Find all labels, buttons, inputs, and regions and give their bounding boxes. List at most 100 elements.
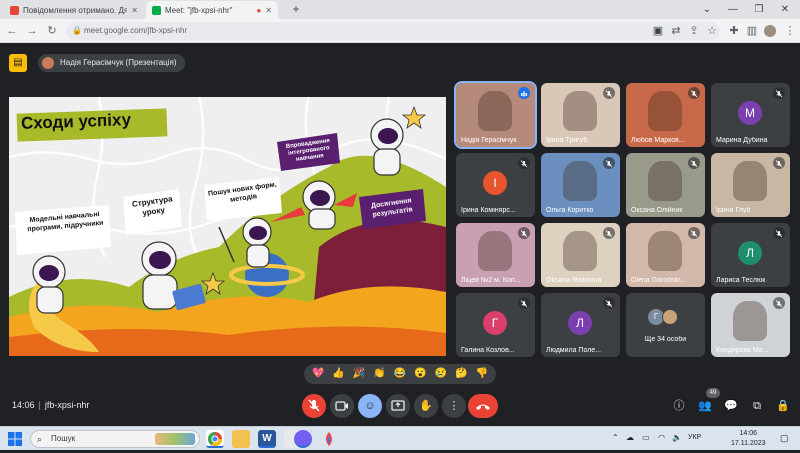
system-clock[interactable]: 14:06 17.11.2023: [731, 429, 766, 449]
divider: |: [38, 400, 41, 410]
participant-name: Надія Герасімчук: [461, 137, 517, 144]
participant-video: [563, 231, 597, 271]
language-indicator[interactable]: УКР: [688, 434, 701, 441]
participant-tile[interactable]: Любов Марков...: [626, 83, 705, 147]
raise-hand-button[interactable]: ✋: [414, 394, 438, 418]
more-menu-icon[interactable]: ⋮: [782, 23, 798, 39]
camera-icon[interactable]: ▣: [650, 23, 666, 39]
tab-meet[interactable]: Meet: "jfb-xpsi-nhr" ● ✕: [146, 1, 278, 19]
participant-avatar: Г: [483, 311, 507, 335]
tab-gmail[interactable]: Повідомлення отримано. Дяку ✕: [4, 1, 144, 19]
participant-video: [478, 231, 512, 271]
maximize-button[interactable]: ❐: [746, 1, 772, 18]
volume-icon[interactable]: 🔈: [672, 433, 682, 442]
speaking-indicator-icon: [518, 87, 530, 99]
participant-tile[interactable]: Г Галина Козлов...: [456, 293, 535, 357]
participant-tile[interactable]: І Ірина Комінярс...: [456, 153, 535, 217]
file-explorer-icon[interactable]: [232, 430, 250, 448]
reaction-emoji-button[interactable]: 💖: [311, 367, 326, 381]
emoji-reactions-button[interactable]: ☺: [358, 394, 382, 418]
participant-video: [648, 231, 682, 271]
reload-icon[interactable]: ↻: [44, 23, 60, 39]
reaction-emoji-button[interactable]: 👍: [331, 367, 346, 381]
wifi-icon[interactable]: ◠: [658, 433, 665, 442]
participant-tile[interactable]: Оксана Олійник: [626, 153, 705, 217]
minimize-button[interactable]: —: [720, 1, 746, 18]
participant-name: Любов Марков...: [631, 137, 685, 144]
participant-name: Olena Gorodski...: [631, 277, 686, 284]
forward-arrow-icon[interactable]: →: [24, 23, 40, 39]
onedrive-icon[interactable]: ☁: [626, 433, 634, 442]
chat-icon[interactable]: 💬: [722, 397, 740, 415]
participant-tile[interactable]: Ірина Тригуб: [541, 83, 620, 147]
meet-header: ▤ Надія Герасімчук (Презентація): [0, 44, 800, 80]
participant-avatar: Л: [738, 241, 762, 265]
presentation-icon[interactable]: ▤: [9, 54, 27, 72]
reaction-emoji-button[interactable]: 🎉: [352, 367, 367, 381]
close-icon[interactable]: ✕: [265, 6, 272, 15]
participant-name: Людмила Поле...: [546, 347, 602, 354]
participant-tile[interactable]: Olena Gorodski...: [626, 223, 705, 287]
mic-off-button[interactable]: [302, 394, 326, 418]
leave-call-button[interactable]: [468, 394, 498, 418]
people-icon[interactable]: 👥: [696, 397, 714, 415]
meeting-details-icon[interactable]: ⓘ: [670, 397, 688, 415]
reaction-emoji-button[interactable]: 😂: [392, 367, 407, 381]
participant-tile[interactable]: Ольга Коритко: [541, 153, 620, 217]
muted-mic-icon: [603, 87, 615, 99]
participant-name: Оксана Олійник: [631, 207, 683, 214]
share-icon[interactable]: ⇪: [686, 23, 702, 39]
profile-avatar[interactable]: [762, 23, 778, 39]
gmail-icon: [10, 5, 19, 15]
tray-chevron-icon[interactable]: ⌃: [612, 433, 619, 442]
back-arrow-icon[interactable]: ←: [4, 23, 20, 39]
windows-start-icon[interactable]: [8, 432, 22, 446]
viber-icon[interactable]: [294, 430, 312, 448]
tab-search-icon[interactable]: ⌄: [694, 1, 720, 18]
bookmark-star-icon[interactable]: ☆: [704, 23, 720, 39]
reaction-emoji-button[interactable]: 😮: [413, 367, 428, 381]
word-icon[interactable]: W: [258, 430, 276, 448]
battery-icon[interactable]: ▭: [642, 433, 650, 442]
participant-tile[interactable]: Oksana Riabinina: [541, 223, 620, 287]
participant-tile[interactable]: Г Ще 34 особи: [626, 293, 705, 357]
present-screen-button[interactable]: [386, 394, 410, 418]
muted-mic-icon: [688, 87, 700, 99]
reaction-emoji-button[interactable]: 😢: [433, 367, 448, 381]
host-controls-icon[interactable]: 🔒: [774, 397, 792, 415]
notifications-icon[interactable]: ▢: [780, 433, 789, 444]
reaction-emoji-button[interactable]: 👏: [372, 367, 387, 381]
participant-tile[interactable]: Кондирєва Ма...: [711, 293, 790, 357]
search-icon: ⌕: [37, 434, 43, 444]
muted-mic-icon: [518, 227, 530, 239]
presenter-chip[interactable]: Надія Герасімчук (Презентація): [38, 54, 185, 72]
participant-tile[interactable]: Надія Герасімчук: [454, 81, 537, 149]
participant-video: [733, 301, 767, 341]
address-bar[interactable]: 🔒 meet.google.com/jfb-xpsi-nhr: [66, 22, 720, 40]
more-options-button[interactable]: ⋮: [442, 394, 466, 418]
muted-mic-icon: [603, 227, 615, 239]
participant-tile[interactable]: Ліцей №2 м. Коп...: [456, 223, 535, 287]
participant-tile[interactable]: М Марина Дубина: [711, 83, 790, 147]
people-count-badge: 49: [706, 388, 720, 398]
close-icon[interactable]: ✕: [131, 6, 138, 15]
app-icon[interactable]: [320, 430, 338, 448]
participant-video: [733, 161, 767, 201]
slide-title: Сходи успіху: [20, 110, 132, 133]
participant-tile[interactable]: Л Людмила Поле...: [541, 293, 620, 357]
activities-icon[interactable]: ⧉: [748, 397, 766, 415]
extensions-icon[interactable]: ✚: [726, 23, 742, 39]
camera-button[interactable]: [330, 394, 354, 418]
search-highlight-image: [155, 433, 195, 445]
chrome-taskbar-icon[interactable]: [206, 430, 224, 448]
windows-taskbar: ⌕ Пошук W ⌃ ☁ ▭ ◠ 🔈 УКР 14:06 17.11.2023…: [0, 426, 800, 450]
side-panel-icon[interactable]: ▥: [744, 23, 760, 39]
taskbar-search-input[interactable]: ⌕ Пошук: [30, 430, 200, 448]
new-tab-button[interactable]: +: [286, 1, 306, 18]
participant-tile[interactable]: Ірина Глуб: [711, 153, 790, 217]
translate-icon[interactable]: ⇄: [668, 23, 684, 39]
window-close-button[interactable]: ✕: [772, 1, 798, 18]
participant-tile[interactable]: Л Лариса Теслюк: [711, 223, 790, 287]
reaction-emoji-button[interactable]: 👎: [474, 367, 489, 381]
reaction-emoji-button[interactable]: 🤔: [454, 367, 469, 381]
